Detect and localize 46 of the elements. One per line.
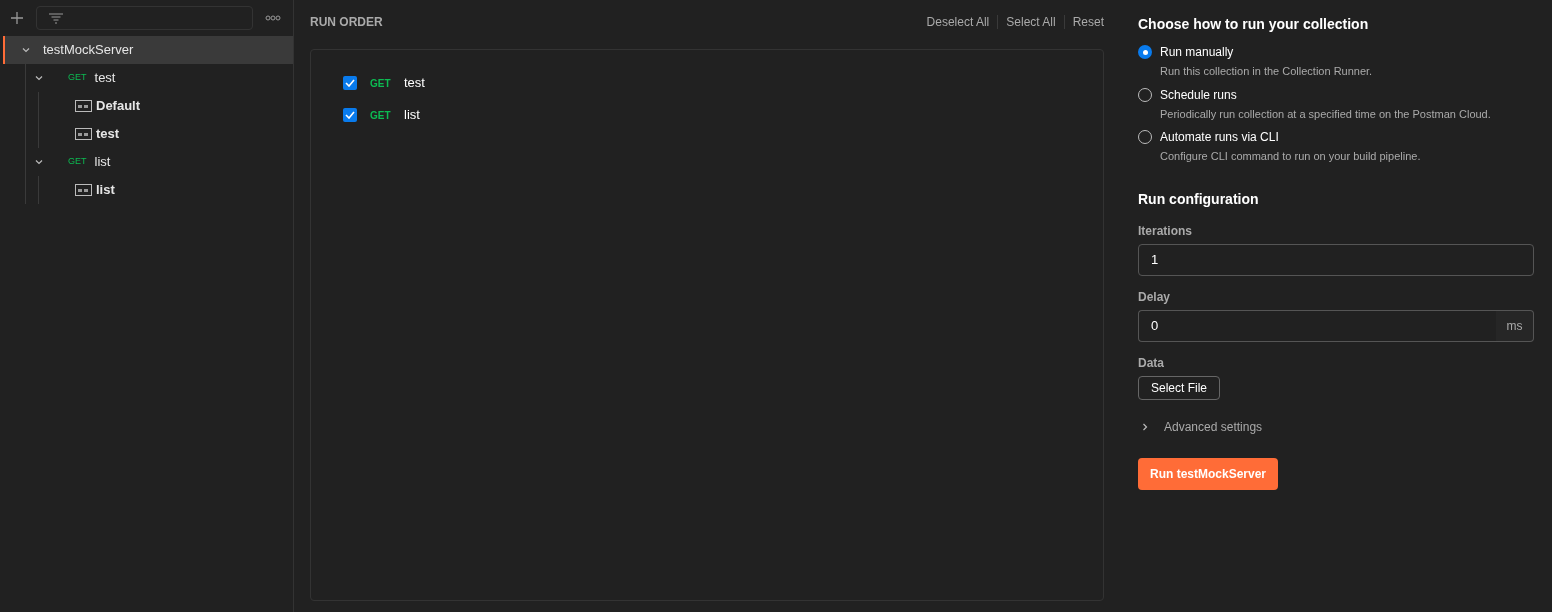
example-icon (75, 100, 92, 112)
method-label: GET (370, 76, 391, 91)
option-label: Automate runs via CLI (1160, 129, 1280, 146)
action-link[interactable]: Deselect All (926, 13, 990, 31)
checkbox[interactable] (343, 76, 357, 90)
option-label: Schedule runs (1160, 86, 1238, 104)
chevron-down-icon[interactable] (34, 157, 44, 167)
more-icon[interactable] (265, 15, 281, 21)
check-icon (345, 79, 355, 87)
plus-icon[interactable] (10, 11, 24, 25)
option-description: Configure CLI command to run on your build pipeline. (1160, 149, 1421, 164)
example-icon (75, 184, 92, 196)
checkbox[interactable] (343, 108, 357, 122)
option-description: Run this collection in the Collection Runner. (1160, 64, 1373, 79)
request-name: test (404, 74, 425, 93)
request-item[interactable]: GET test (4, 64, 293, 92)
example-icon (75, 128, 92, 140)
example-item[interactable]: Default (5, 92, 293, 120)
check-icon (345, 111, 355, 119)
field-label: Delay (1138, 288, 1172, 306)
option-description: Periodically run collection at a specified time on the Postman Cloud. (1160, 106, 1491, 122)
section-title: RUN ORDER (310, 14, 383, 31)
option-label: Run manually (1160, 44, 1235, 61)
request-name: list (404, 106, 420, 125)
example-item[interactable]: list (5, 176, 293, 204)
method-label: GET (68, 71, 87, 85)
radio-button[interactable] (1138, 45, 1152, 59)
example-item[interactable]: test (5, 120, 293, 148)
request-item[interactable]: GET list (4, 148, 293, 176)
field-label: Data (1138, 354, 1165, 372)
field-label: Iterations (1138, 222, 1193, 240)
chevron-down-icon[interactable] (34, 73, 44, 83)
panel-title: Choose how to run your collection (1138, 15, 1370, 34)
filter-field[interactable] (36, 6, 253, 30)
iterations-field[interactable]: 1 (1138, 243, 1534, 276)
section-title: Run configuration (1138, 189, 1260, 209)
action-link[interactable]: Select All (1006, 13, 1056, 31)
advanced-settings-toggle[interactable]: Advanced settings (1138, 417, 1263, 436)
chevron-down-icon[interactable] (21, 45, 31, 55)
chevron-right-icon[interactable] (1140, 421, 1150, 432)
filter-icon (49, 12, 63, 24)
select-file-button[interactable]: Select File (1138, 375, 1221, 400)
action-link[interactable]: Reset (1072, 13, 1104, 31)
method-label: GET (68, 155, 87, 169)
method-label: GET (370, 108, 391, 123)
collection-item[interactable]: testMockServer (3, 36, 293, 64)
